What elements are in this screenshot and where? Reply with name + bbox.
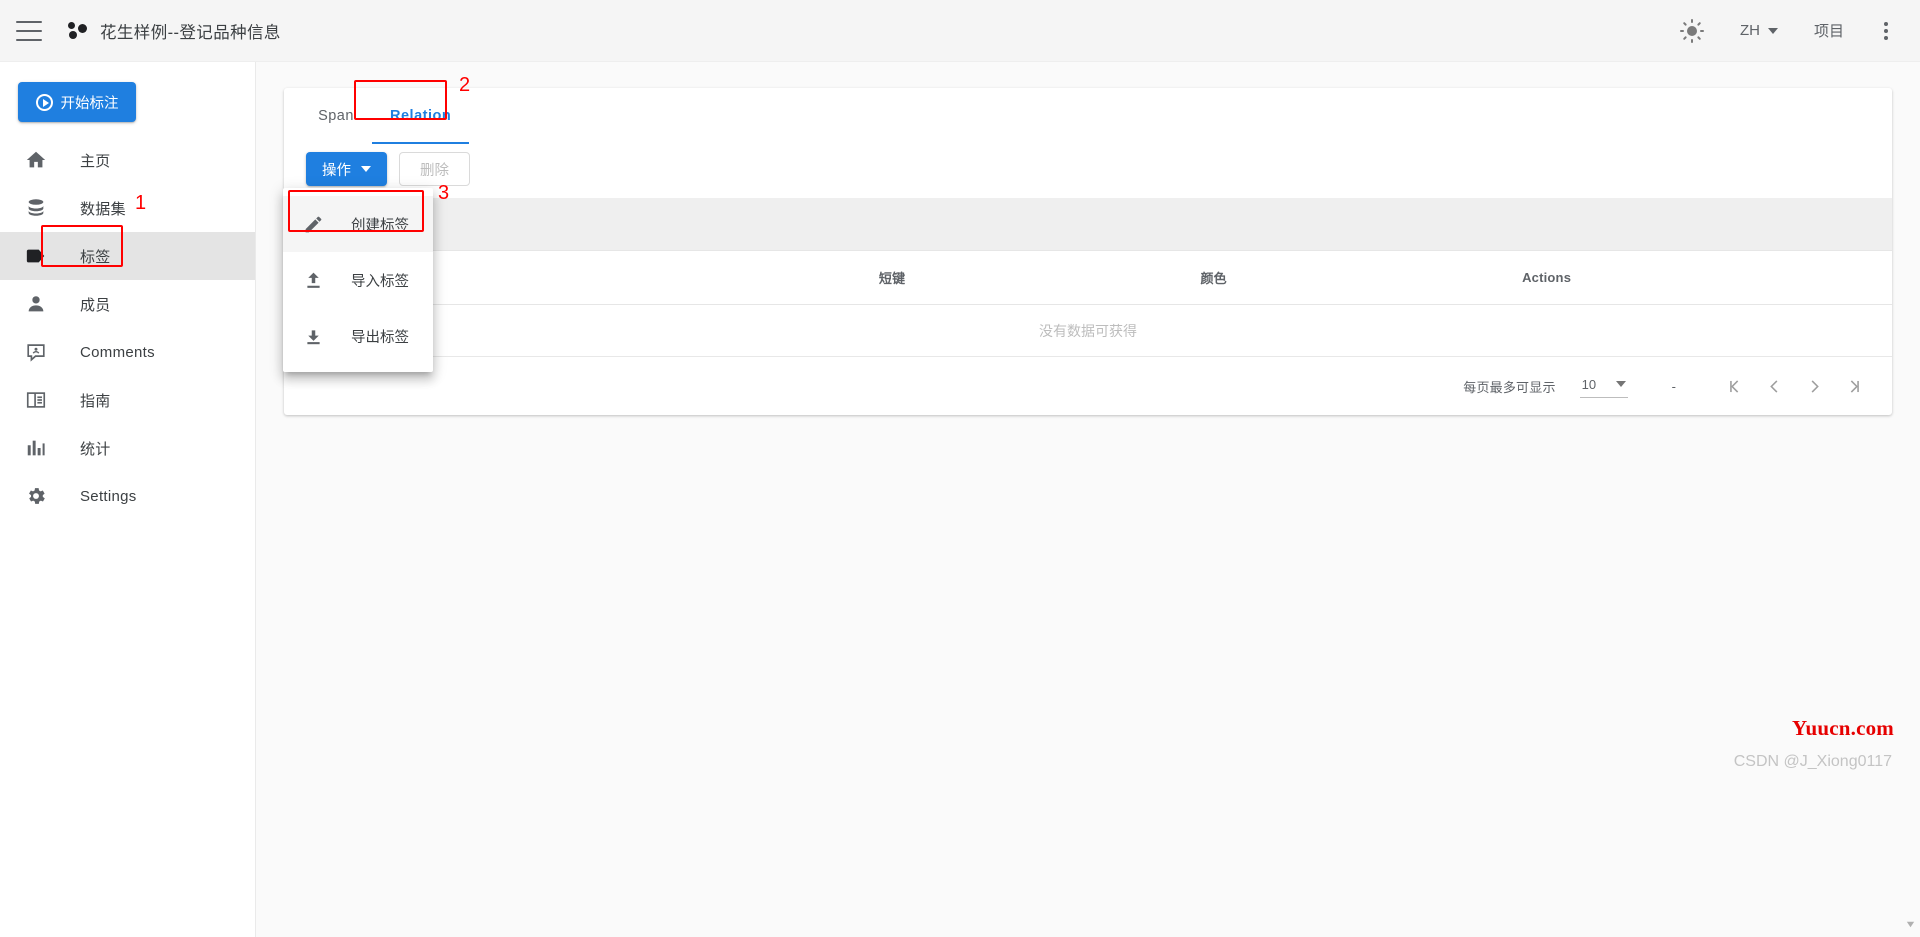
sidebar-item-label: 统计	[80, 440, 111, 458]
pagination-range: -	[1671, 378, 1676, 394]
sidebar-nav: 主页 数据集 标签 成员 Comments 指南 统计 Settings	[0, 136, 255, 520]
last-page-button[interactable]	[1834, 366, 1874, 406]
sun-icon	[1679, 18, 1704, 43]
person-icon	[24, 292, 48, 316]
watermark-yuucn: Yuucn.com	[1792, 716, 1894, 740]
tab-label: Span	[318, 108, 354, 124]
action-dropdown-button[interactable]: 操作	[306, 152, 387, 186]
labels-toolbar: 操作 删除	[284, 144, 1892, 198]
labels-table-body: 没有数据可获得	[284, 304, 1892, 357]
menu-item-export-label[interactable]: 导出标签	[283, 308, 433, 364]
tab-label: Relation	[390, 108, 452, 124]
tab-span[interactable]: Span	[300, 88, 372, 144]
upload-icon	[301, 268, 325, 292]
column-header-color[interactable]: 颜色	[1184, 250, 1507, 305]
database-icon	[24, 196, 48, 220]
project-label: 项目	[1813, 23, 1844, 40]
doccano-logo-icon	[68, 20, 90, 42]
brand[interactable]: 花生样例--登记品种信息	[68, 19, 281, 43]
table-header-row: 短键 颜色 Actions	[284, 250, 1892, 305]
pencil-icon	[301, 212, 325, 236]
pagination-bar: 每页最多可显示 10 -	[284, 357, 1892, 415]
sidebar-item-statistics[interactable]: 统计	[0, 424, 255, 472]
tag-icon	[24, 244, 48, 268]
rows-per-page-label: 每页最多可显示	[1463, 379, 1556, 395]
gear-icon	[24, 484, 48, 508]
delete-button[interactable]: 删除	[399, 152, 470, 186]
sidebar-item-label: 主页	[80, 152, 111, 170]
chevron-down-icon	[361, 166, 371, 172]
first-page-button[interactable]	[1714, 366, 1754, 406]
sidebar-item-label: 指南	[80, 392, 111, 410]
project-menu-button[interactable]: 项目	[1796, 0, 1862, 61]
menu-item-create-label[interactable]: 创建标签	[283, 196, 433, 252]
book-icon	[24, 388, 48, 412]
tab-relation[interactable]: Relation	[372, 88, 470, 144]
top-bar-actions: ZH 项目	[1662, 0, 1920, 61]
application-window: 花生样例--登记品种信息 ZH 项目 开始标注 主页 数据集 标签 成员 Com…	[0, 0, 1920, 937]
next-page-button[interactable]	[1794, 366, 1834, 406]
sidebar-item-members[interactable]: 成员	[0, 280, 255, 328]
scrollbar-down-arrow[interactable]	[1903, 917, 1917, 931]
chevron-down-icon	[1615, 381, 1626, 387]
column-header-shortcut[interactable]: 短键	[862, 250, 1185, 305]
column-header-actions[interactable]: Actions	[1506, 250, 1892, 305]
search-filter-band[interactable]	[284, 198, 1892, 250]
empty-state-text: 没有数据可获得	[284, 304, 1892, 357]
menu-item-label: 导出标签	[351, 329, 409, 346]
action-dropdown-label: 操作	[322, 162, 351, 179]
overflow-menu-button[interactable]	[1862, 0, 1910, 61]
labels-card: Span Relation 操作 删除 短键 颜色 Actions 没有数据可获…	[284, 88, 1892, 415]
prev-page-button[interactable]	[1754, 366, 1794, 406]
labels-table: 短键 颜色 Actions 没有数据可获得	[284, 250, 1892, 357]
rows-per-page-value: 10	[1581, 376, 1597, 392]
theme-toggle-button[interactable]	[1662, 0, 1722, 61]
sidebar-item-label: Settings	[80, 487, 137, 505]
sidebar: 开始标注 主页 数据集 标签 成员 Comments 指南 统计 Setting…	[0, 62, 256, 937]
sidebar-item-label: Comments	[80, 343, 155, 361]
empty-state-row: 没有数据可获得	[284, 304, 1892, 357]
sidebar-item-label: 标签	[80, 248, 111, 266]
sidebar-item-label: 成员	[80, 296, 111, 314]
sidebar-item-label: 数据集	[80, 200, 126, 218]
sidebar-item-settings[interactable]: Settings	[0, 472, 255, 520]
action-dropdown-menu: 创建标签 导入标签 导出标签	[283, 188, 433, 372]
sidebar-item-guideline[interactable]: 指南	[0, 376, 255, 424]
home-icon	[24, 148, 48, 172]
language-label: ZH	[1739, 22, 1760, 39]
label-type-tabs: Span Relation	[284, 88, 1892, 144]
language-selector[interactable]: ZH	[1722, 0, 1796, 61]
chevron-down-icon	[1767, 27, 1778, 34]
comment-icon	[24, 340, 48, 364]
delete-button-label: 删除	[420, 162, 449, 179]
menu-item-label: 导入标签	[351, 273, 409, 290]
sidebar-item-labels[interactable]: 标签	[0, 232, 255, 280]
start-annotation-button[interactable]: 开始标注	[18, 82, 136, 122]
chart-icon	[24, 436, 48, 460]
start-annotation-label: 开始标注	[60, 95, 119, 112]
watermark-csdn: CSDN @J_Xiong0117	[1733, 753, 1892, 770]
menu-item-label: 创建标签	[351, 217, 409, 234]
top-app-bar: 花生样例--登记品种信息 ZH 项目	[0, 0, 1920, 62]
sidebar-item-dataset[interactable]: 数据集	[0, 184, 255, 232]
kebab-menu-icon	[1880, 21, 1892, 40]
play-circle-icon	[35, 93, 53, 111]
page-title: 花生样例--登记品种信息	[100, 23, 281, 42]
sidebar-item-comments[interactable]: Comments	[0, 328, 255, 376]
labels-table-head: 短键 颜色 Actions	[284, 250, 1892, 305]
download-icon	[301, 324, 325, 348]
sidebar-item-home[interactable]: 主页	[0, 136, 255, 184]
rows-per-page-select[interactable]: 10	[1579, 375, 1628, 398]
hamburger-icon[interactable]	[16, 20, 42, 41]
main-content: Span Relation 操作 删除 短键 颜色 Actions 没有数据可获…	[256, 62, 1920, 937]
menu-item-import-label[interactable]: 导入标签	[283, 252, 433, 308]
